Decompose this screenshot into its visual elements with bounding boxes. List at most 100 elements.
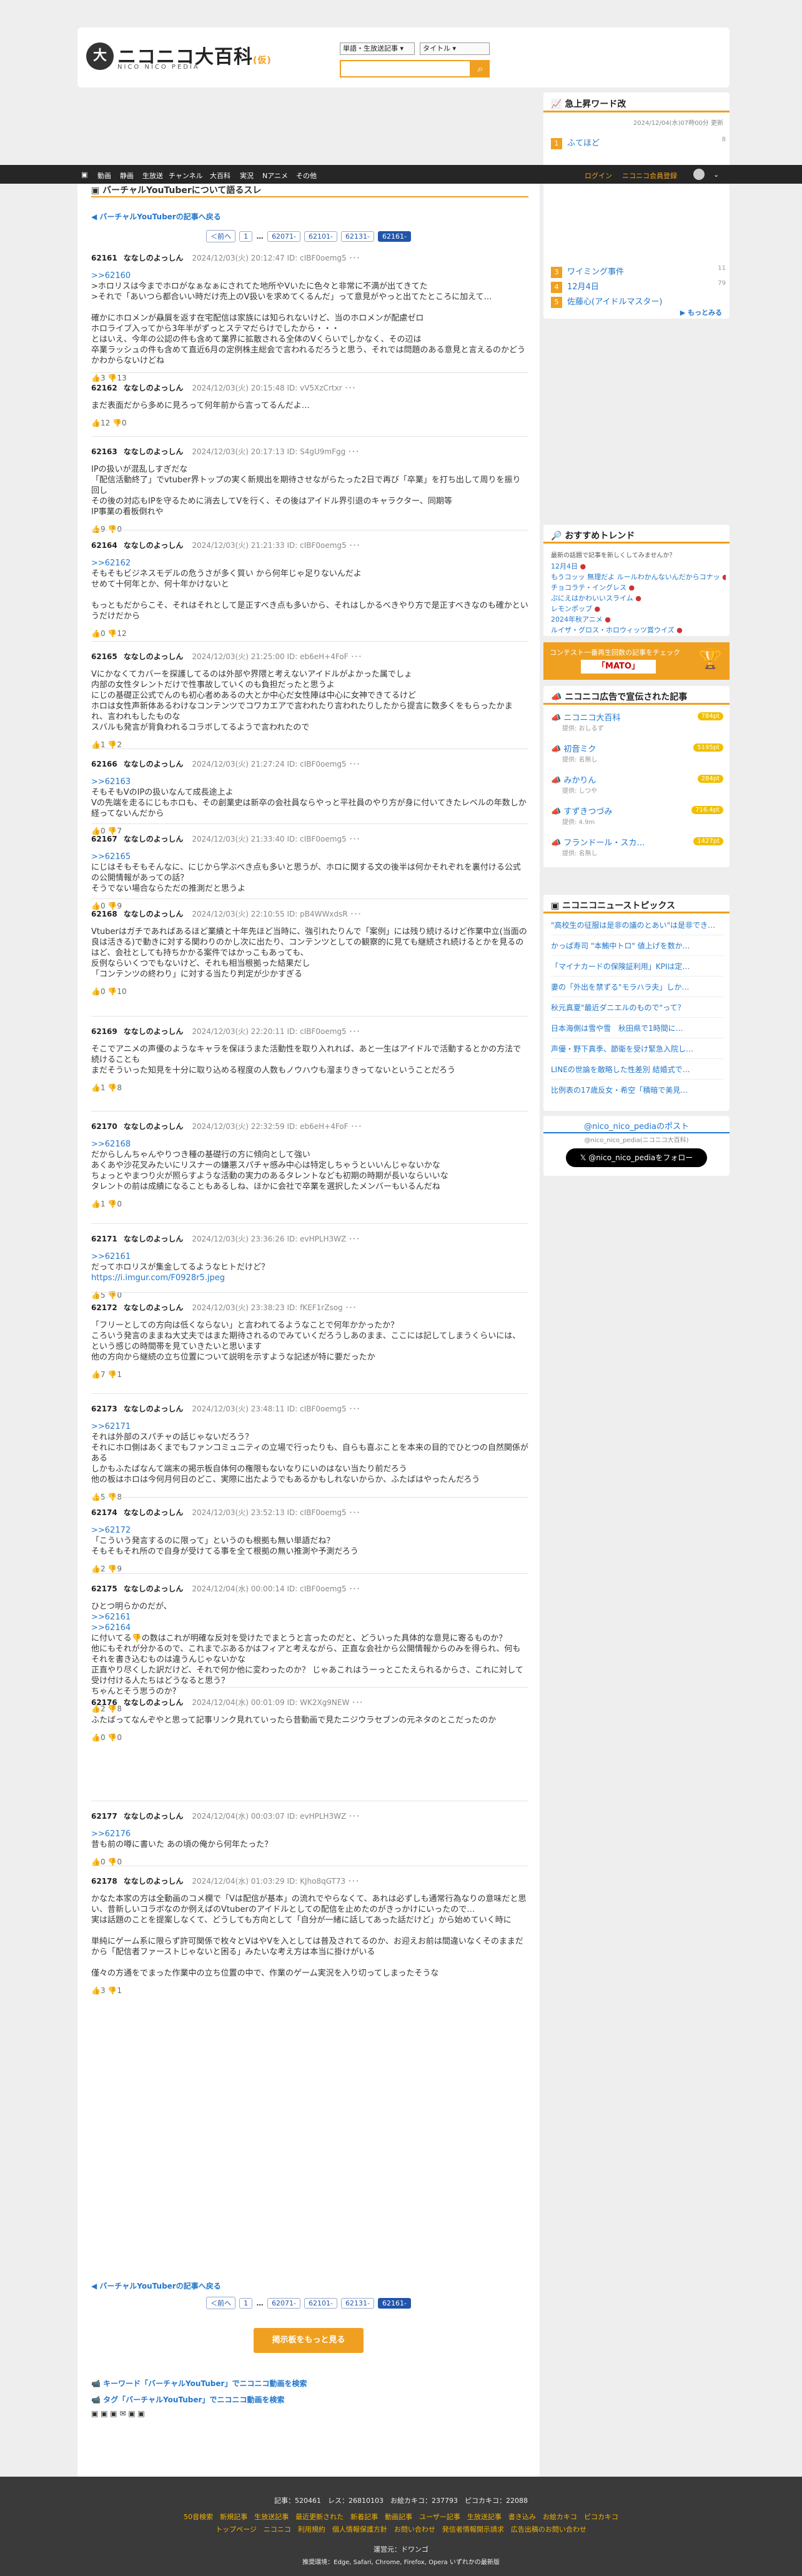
post-votes[interactable]: 👍1 👎8 [91,1083,528,1092]
post-number[interactable]: 62165 [91,652,117,661]
post-menu-icon[interactable]: ･･･ [343,1303,357,1312]
post-votes[interactable]: 👍12 👎0 [91,419,528,427]
ad-item[interactable]: 📣 フランドール・スカ… 提供: 名無し 1427pt [551,836,723,857]
pager-first[interactable]: 1 [239,2298,253,2309]
news-item[interactable]: LINEの世論を敵略した性差別 結婚式で… [551,1064,723,1075]
recommend-item[interactable]: レモンポップ ● [551,604,726,614]
anchor-link[interactable]: >>62161 [91,1612,528,1623]
post-menu-icon[interactable]: ･･･ [345,1877,359,1886]
register-link[interactable]: ニコニコ会員登録 [622,171,677,181]
avatar[interactable] [693,169,705,180]
pager-current[interactable]: 62161- [377,2298,411,2309]
news-item[interactable]: "高校生の征服は是非の議のとあい"は是非でき… [551,920,723,930]
footer-links-2[interactable]: トップページ ニコニコ 利用規約 個人情報保護方針 お問い合わせ 発信者情報開示… [0,2524,802,2534]
pager-page[interactable]: 62071- [267,2298,301,2309]
post-number[interactable]: 62162 [91,384,117,392]
anchor-link[interactable]: >>62164 [91,1623,528,1633]
trend-more-link[interactable]: ▶ もっとみる [680,307,722,317]
news-item[interactable]: かっぱ寿司 "本鮪中トロ" 値上げを数か… [551,940,723,951]
anchor-link[interactable]: >>62176 [91,1829,528,1839]
site-logo[interactable]: 大 ニコニコ大百科(仮) NICO NICO PEDIA [86,41,274,76]
pager-page[interactable]: 62131- [341,231,374,242]
anchor-link[interactable]: >>62162 [91,558,528,569]
recommend-item[interactable]: ルイザ・グロス・ホロウィッツ賞ウイズ ● [551,625,726,635]
search-input[interactable] [340,60,471,77]
nav-item-seiga[interactable]: 静画 [120,171,134,181]
search-field-select[interactable]: タイトル ▾ [420,42,490,55]
contest-banner[interactable]: コンテスト一番再生回数の記事をチェック 「MATO」 🏆 [543,642,730,680]
search-button[interactable]: ⌕ [471,60,490,77]
post-number[interactable]: 62176 [91,1698,117,1707]
post-menu-icon[interactable]: ･･･ [347,1584,360,1593]
recommend-item[interactable]: もうコッッ 無理だよ ルールわかんないんだからコナッ ● [551,572,726,582]
post-votes[interactable]: 👍7 👎1 [91,1370,528,1379]
nav-item-anime[interactable]: Nアニメ [262,171,288,181]
post-votes[interactable]: 👍0 👎0 [91,1733,528,1742]
post-menu-icon[interactable]: ･･･ [349,1698,363,1707]
nav-item-live[interactable]: 生放送 [142,171,163,181]
post-votes[interactable]: 👍0 👎12 [91,629,528,638]
pager-page[interactable]: 62071- [267,231,301,242]
news-item[interactable]: 日本海側は雪や雪 秋田県で1時間に… [551,1023,723,1033]
anchor-link[interactable]: >>62165 [91,852,528,862]
post-menu-icon[interactable]: ･･･ [345,447,359,456]
nav-item-channel[interactable]: チャンネル [169,171,203,181]
news-item[interactable]: 比例表の17歳反女・希空「積暗で美見… [551,1085,723,1095]
post-number[interactable]: 62172 [91,1303,117,1312]
post-number[interactable]: 62171 [91,1235,117,1243]
nav-item-video[interactable]: 動画 [97,171,111,181]
post-number[interactable]: 62174 [91,1508,117,1517]
nav-item-other[interactable]: その他 [296,171,317,181]
post-menu-icon[interactable]: ･･･ [342,384,355,392]
post-menu-icon[interactable]: ･･･ [349,1122,362,1131]
post-number[interactable]: 62164 [91,541,117,550]
post-votes[interactable]: 👍9 👎0 [91,525,528,534]
post-number[interactable]: 62167 [91,835,117,843]
post-number[interactable]: 62161 [91,254,117,262]
recommend-item[interactable]: チョコラテ・イングレス ● [551,582,726,592]
nav-item-dic[interactable]: 大百科 [210,171,230,181]
anchor-link[interactable]: https://i.imgur.com/F0928r5.jpeg [91,1273,528,1283]
news-item[interactable]: 声優・野下真季、節衛を受け緊急入院し… [551,1043,723,1054]
anchor-link[interactable]: >>62168 [91,1139,528,1150]
post-number[interactable]: 62170 [91,1122,117,1131]
anchor-link[interactable]: >>62161 [91,1251,528,1262]
anchor-link[interactable]: >>62171 [91,1421,528,1432]
post-menu-icon[interactable]: ･･･ [347,835,360,843]
post-number[interactable]: 62175 [91,1584,117,1593]
search-type-select[interactable]: 単語・生放送記事 ▾ [340,42,415,55]
post-number[interactable]: 62177 [91,1812,117,1821]
news-item[interactable]: 妻の「外出を禁ずる"モラハラ夫」しか… [551,982,723,992]
post-menu-icon[interactable]: ･･･ [349,652,362,661]
post-menu-icon[interactable]: ･･･ [347,760,360,768]
ad-item[interactable]: 📣 すずきつづみ 提供: 4.9m 716.4pt [551,805,723,826]
x-follow-button[interactable]: 𝕏 @nico_nico_pediaをフォロー [566,1148,707,1167]
share-icons[interactable]: ▣ ▣ ▣ ✉ ▣ ▣ [91,2409,145,2418]
post-number[interactable]: 62168 [91,910,117,918]
post-number[interactable]: 62178 [91,1877,117,1886]
post-number[interactable]: 62169 [91,1027,117,1036]
anchor-link[interactable]: >>62163 [91,777,528,787]
news-item[interactable]: 秋元真夏"最近ダニエルのもので"って？ [551,1002,723,1013]
anchor-link[interactable]: >>62172 [91,1525,528,1536]
pager-page[interactable]: 62101- [304,2298,337,2309]
keyword-search-link[interactable]: 📹 キーワード「バーチャルYouTuber」でニコニコ動画を検索 [91,2378,307,2389]
nav-item-jikkyo[interactable]: 実況 [240,171,254,181]
recommend-item[interactable]: ぷにえはかわいいスライム ● [551,593,726,603]
recommend-item[interactable]: 2024年秋アニメ ● [551,614,726,624]
nico-home-icon[interactable]: ▣ [81,171,87,179]
pager-page[interactable]: 62101- [304,231,337,242]
anchor-link[interactable]: >>62160 [91,271,528,281]
back-to-article-link-bottom[interactable]: ◀ バーチャルYouTuberの記事へ戻る [91,2280,221,2291]
post-number[interactable]: 62166 [91,760,117,768]
tag-search-link[interactable]: 📹 タグ「バーチャルYouTuber」でニコニコ動画を検索 [91,2394,284,2405]
post-menu-icon[interactable]: ･･･ [348,910,361,918]
ad-item[interactable]: 📣 ニコニコ大百科 提供: おしるず 784pt [551,711,723,732]
chevron-down-icon[interactable]: ⌄ [713,171,719,179]
trend-item[interactable]: 3 ワイミング事件 11 [551,265,726,278]
trend-item[interactable]: 4 12月4日 79 [551,280,726,293]
post-number[interactable]: 62173 [91,1405,117,1413]
post-votes[interactable]: 👍2 👎9 [91,1564,528,1573]
pager-page[interactable]: 62131- [341,2298,374,2309]
post-menu-icon[interactable]: ･･･ [346,1812,360,1821]
